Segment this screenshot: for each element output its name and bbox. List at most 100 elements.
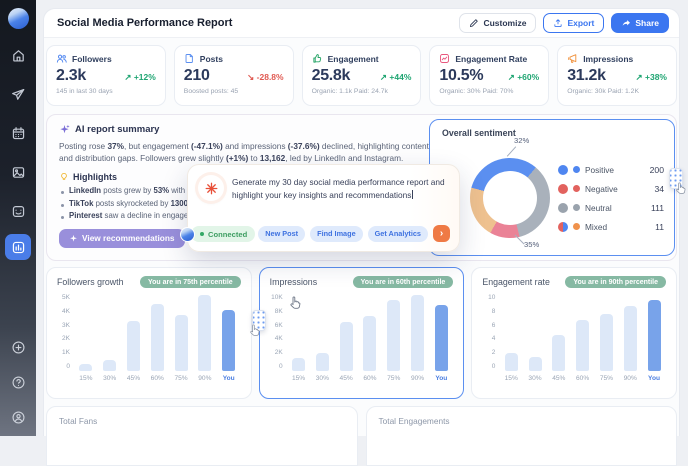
y-tick: 0 <box>66 363 70 370</box>
sidebar <box>0 0 36 436</box>
kpi-value: 2.3k <box>56 67 86 85</box>
customize-button[interactable]: Customize <box>459 13 536 33</box>
legend-dot <box>573 185 580 192</box>
bar-column: You <box>219 294 239 382</box>
bar-column: 45% <box>336 294 356 382</box>
legend-label: Mixed <box>585 222 650 232</box>
sidebar-item-media[interactable] <box>5 159 31 185</box>
kpi-subtext: Boosted posts: 45 <box>184 88 284 95</box>
legend-value: 200 <box>650 165 664 175</box>
view-recommendations-button[interactable]: View recommendations <box>59 229 185 248</box>
bar <box>363 316 376 372</box>
kpi-row: Followers 2.3k↗ +12% 145 in last 30 days… <box>46 45 677 106</box>
kpi-delta: ↗ +38% <box>636 72 667 83</box>
legend-row: Negative34 <box>558 179 664 198</box>
y-tick: 1K <box>62 349 70 356</box>
sidebar-item-analytics-active[interactable] <box>5 234 31 260</box>
kpi-delta: ↗ +44% <box>380 72 411 83</box>
bar <box>151 304 164 371</box>
y-tick: 10 <box>488 294 495 301</box>
engagement-rate-icon <box>439 53 450 64</box>
hand-cursor-icon <box>674 182 687 195</box>
kpi-card-followers: Followers 2.3k↗ +12% 145 in last 30 days <box>46 45 166 106</box>
bar <box>435 305 448 371</box>
bar-column: 60% <box>147 294 167 382</box>
total-fans-card: Total Fans <box>46 406 358 466</box>
x-tick: 75% <box>174 375 187 382</box>
bar-column: 30% <box>312 294 332 382</box>
bar-column: 60% <box>573 294 593 382</box>
bar <box>175 315 188 371</box>
export-button[interactable]: Export <box>543 13 604 33</box>
sidebar-account-button[interactable] <box>5 404 31 430</box>
x-tick: 15% <box>79 375 92 382</box>
y-tick: 2K <box>62 335 70 342</box>
y-tick: 0 <box>492 363 496 370</box>
app-logo-icon <box>8 8 29 29</box>
x-tick: You <box>223 375 235 382</box>
bar <box>576 320 589 371</box>
bar <box>198 295 211 371</box>
sidebar-item-home[interactable] <box>5 42 31 68</box>
kpi-card-engagement-rate: Engagement Rate 10.5%↗ +60% Organic: 30%… <box>429 45 549 106</box>
y-axis: 5K4K3K2K1K0 <box>57 294 74 370</box>
legend-label: Neutral <box>585 203 646 213</box>
bar-column: 75% <box>596 294 616 382</box>
sidebar-help-button[interactable] <box>5 369 31 395</box>
legend-dot <box>573 223 580 230</box>
assistant-chip[interactable]: Find Image <box>310 226 363 242</box>
bar <box>505 353 518 371</box>
assistant-actions: New Post Find Image Get Analytics › <box>258 225 450 242</box>
connected-label: Connected <box>208 230 247 239</box>
followers-growth-chart: Followers growthYou are in 75th percenti… <box>46 267 252 399</box>
home-icon <box>11 48 26 63</box>
posts-icon <box>184 53 195 64</box>
chart-title: Followers growth <box>57 277 124 287</box>
sidebar-bottom <box>5 325 31 430</box>
trend-up-icon: ↗ <box>508 72 515 82</box>
y-tick: 6K <box>275 322 283 329</box>
trend-down-icon: ↘ <box>247 72 254 82</box>
assistant-prompt-input[interactable]: Generate my 30 day social media performa… <box>232 176 450 202</box>
trend-up-icon: ↗ <box>124 72 131 82</box>
kpi-subtext: 145 in last 30 days <box>56 88 156 95</box>
bar-column: 90% <box>620 294 640 382</box>
kpi-label: Posts <box>200 54 223 64</box>
bar <box>411 295 424 371</box>
bar-column: 75% <box>384 294 404 382</box>
kpi-card-posts: Posts 210↘ -28.8% Boosted posts: 45 <box>174 45 294 106</box>
kpi-delta: ↗ +60% <box>508 72 539 83</box>
impressions-chart: ImpressionsYou are in 60th percentile 10… <box>259 267 465 399</box>
bar <box>648 300 661 371</box>
donut-label-bottom: 35% <box>524 240 539 249</box>
sidebar-item-calendar[interactable] <box>5 120 31 146</box>
kpi-subtext: Organic: 1.1k Paid: 24.7k <box>312 88 412 95</box>
trend-up-icon: ↗ <box>636 72 643 82</box>
sidebar-add-button[interactable] <box>5 334 31 360</box>
x-tick: 45% <box>552 375 565 382</box>
bar <box>103 360 116 371</box>
y-tick: 6 <box>492 322 496 329</box>
percentile-badge: You are in 90th percentile <box>565 276 666 288</box>
send-button[interactable]: › <box>433 225 450 242</box>
assistant-chip[interactable]: Get Analytics <box>368 226 428 242</box>
legend-row: Mixed11 <box>558 217 664 236</box>
x-tick: 15% <box>292 375 305 382</box>
neutral-emoji-icon <box>558 203 568 213</box>
sparkle-icon <box>69 234 78 243</box>
hand-cursor-icon <box>248 324 261 337</box>
assistant-chips: New Post Find Image Get Analytics <box>258 226 428 242</box>
ai-assistant-overlay: Generate my 30 day social media performa… <box>187 164 460 252</box>
bars: 15%30%45%60%75%90%You <box>287 294 454 382</box>
x-tick: You <box>648 375 660 382</box>
sidebar-item-publish[interactable] <box>5 81 31 107</box>
kpi-card-engagement: Engagement 25.8k↗ +44% Organic: 1.1k Pai… <box>302 45 422 106</box>
legend-value: 34 <box>654 184 664 194</box>
share-button[interactable]: Share <box>611 13 669 33</box>
page-title: Social Media Performance Report <box>57 17 452 29</box>
sidebar-item-inbox[interactable] <box>5 198 31 224</box>
assistant-chip[interactable]: New Post <box>258 226 305 242</box>
overall-sentiment-panel: Overall sentiment 32% 35% Positive200Neg… <box>429 119 675 256</box>
highlights-title: Highlights <box>73 172 117 182</box>
bar <box>340 322 353 371</box>
